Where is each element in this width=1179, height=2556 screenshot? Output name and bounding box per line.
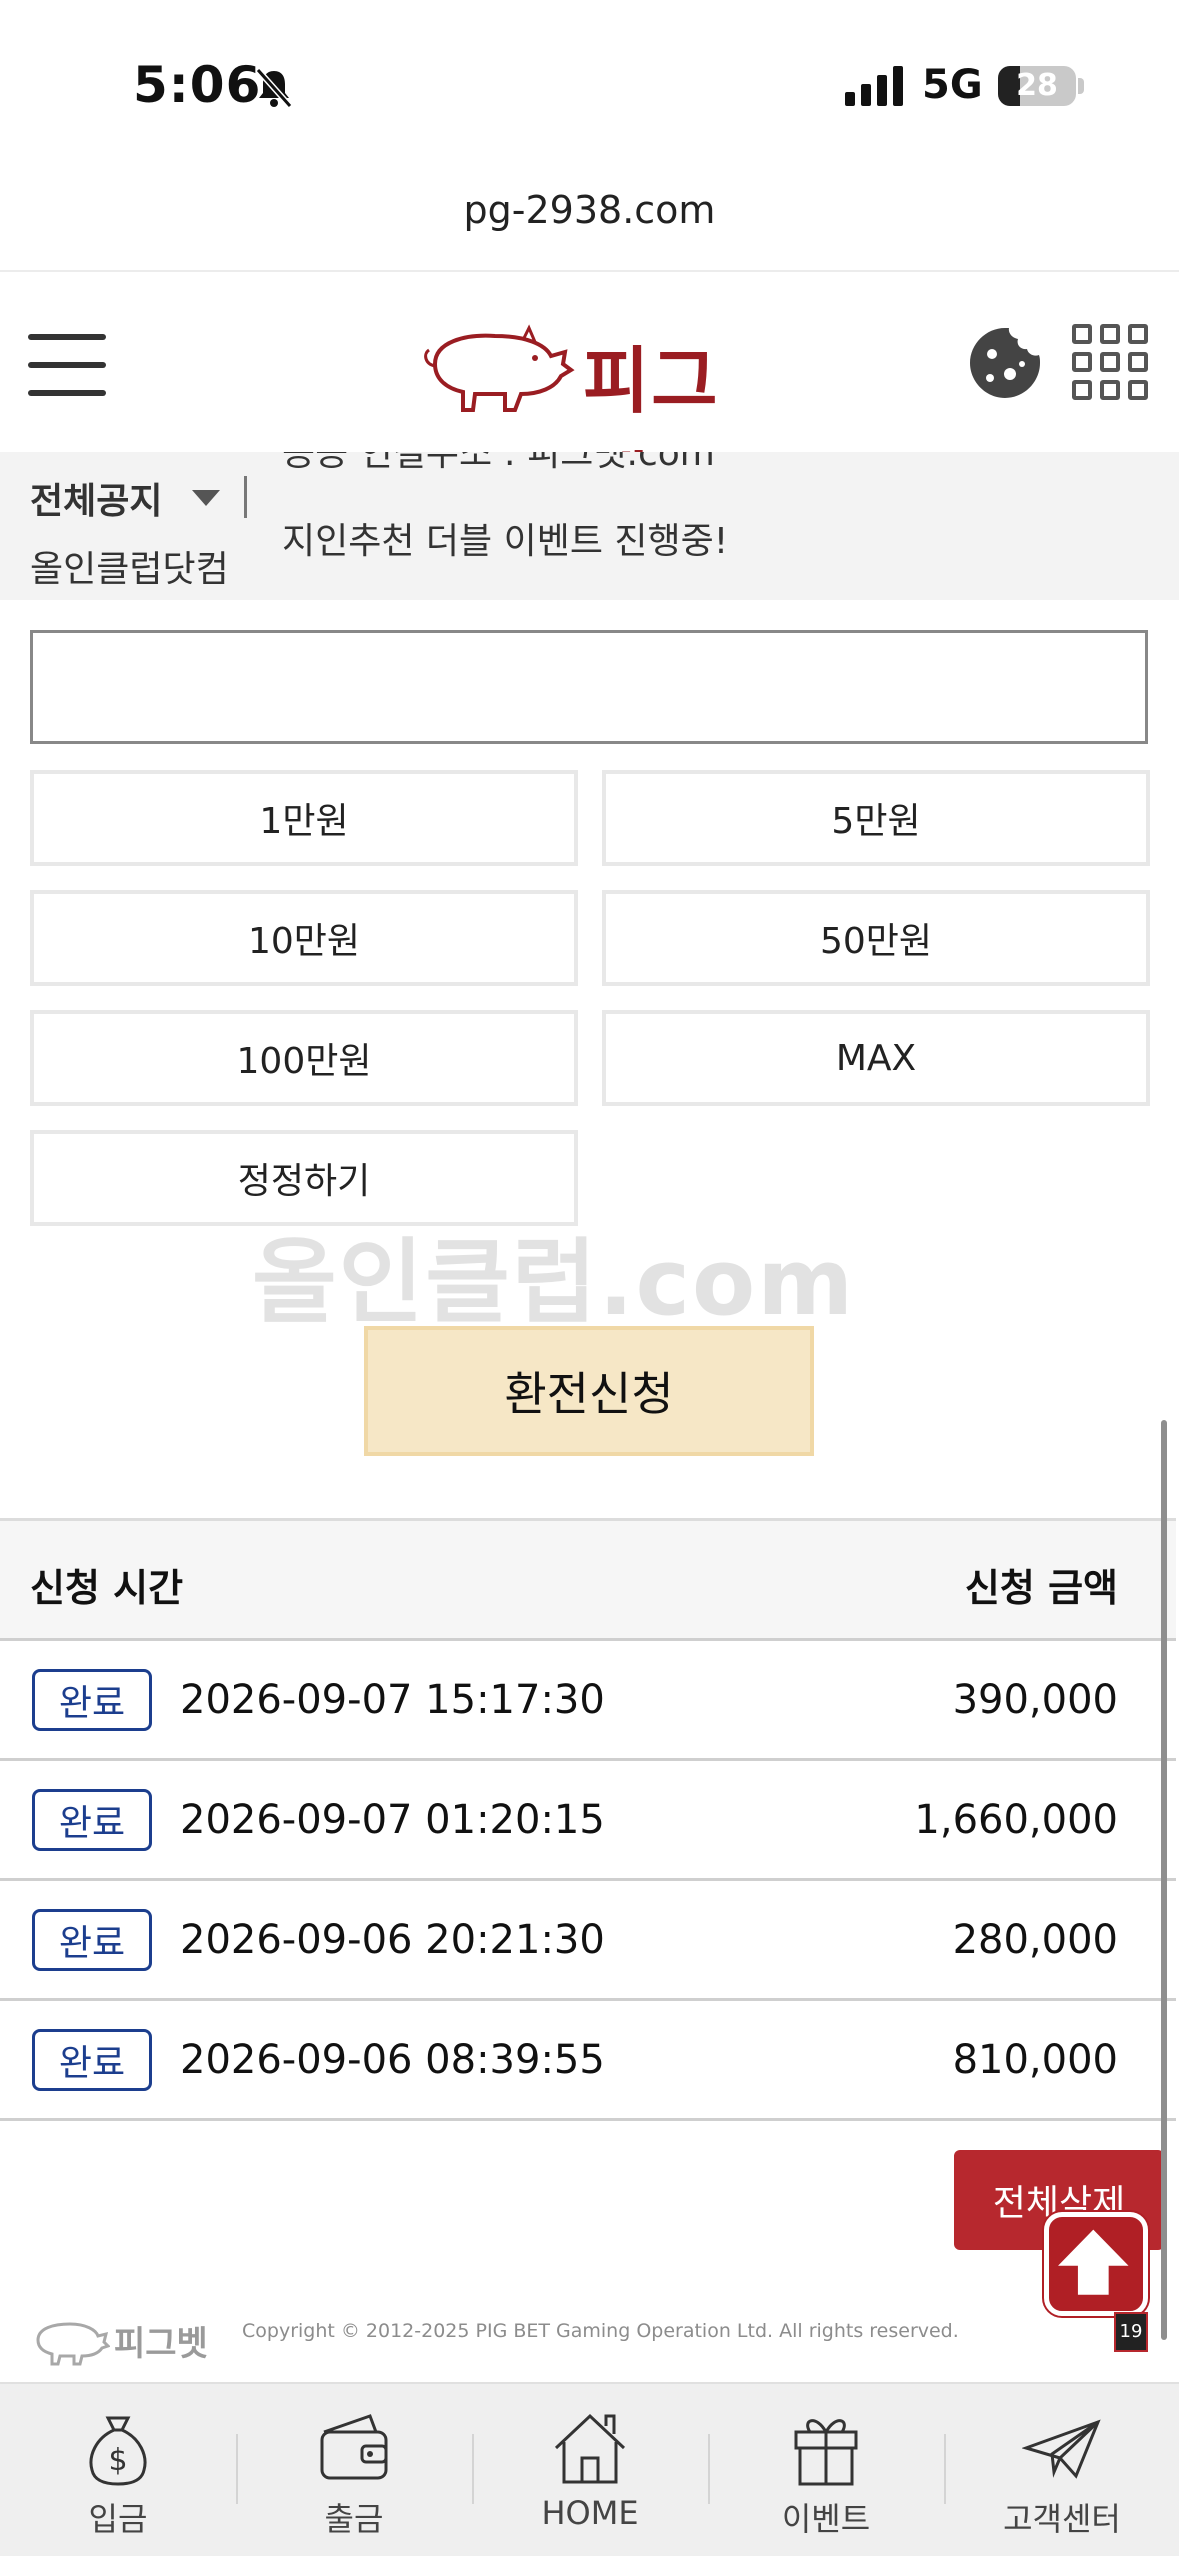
footer-logo-text: 피그벳 [114, 2324, 208, 2364]
request-time: 2026-09-07 01:20:15 [180, 1797, 605, 1843]
table-row: 완료 2026-09-06 08:39:55 810,000 [0, 2001, 1176, 2121]
table-row: 완료 2026-09-06 20:21:30 280,000 [0, 1881, 1176, 2001]
amount-input[interactable] [30, 630, 1148, 744]
notice-message[interactable]: 공공 연결주소 : 피그벳.com [282, 452, 715, 476]
age-restriction-badge: 19 [1114, 2312, 1148, 2352]
request-time: 2026-09-06 08:39:55 [180, 2037, 605, 2083]
grid-menu-icon[interactable] [1072, 324, 1150, 402]
nav-customer-center[interactable]: 고객센터 [944, 2384, 1179, 2556]
notice-message: 올인클럽닷컴 [30, 549, 229, 590]
hamburger-menu-icon[interactable] [28, 330, 106, 400]
status-time: 5:06 [133, 56, 262, 114]
nav-home[interactable]: HOME [472, 2384, 708, 2556]
site-logo[interactable]: 피그벳 [405, 314, 775, 528]
amount-button-1m[interactable]: 100만원 [30, 1010, 578, 1106]
table-header: 신청 시간 신청 금액 [0, 1521, 1176, 1641]
nav-withdraw[interactable]: 출금 [236, 2384, 472, 2556]
request-amount: 280,000 [952, 1917, 1118, 1963]
battery-cap [1078, 78, 1084, 94]
column-header-amount: 신청 금액 [964, 1566, 1118, 1610]
copyright-text: Copyright © 2012-2025 PIG BET Gaming Ope… [242, 2320, 959, 2342]
status-badge: 완료 [32, 1789, 152, 1851]
status-badge: 완료 [32, 2029, 152, 2091]
nav-label: 고객센터 [1003, 2500, 1121, 2538]
url-text[interactable]: pg-2938.com [0, 188, 1179, 232]
request-amount: 1,660,000 [914, 1797, 1118, 1843]
status-badge: 완료 [32, 1909, 152, 1971]
request-time: 2026-09-07 15:17:30 [180, 1677, 605, 1723]
network-type: 5G [922, 62, 983, 108]
caret-down-icon[interactable] [192, 490, 220, 506]
status-bar: 5:06 5G 28 [0, 0, 1179, 170]
page-scrollbar[interactable] [1161, 1420, 1167, 2340]
notice-category[interactable]: 전체공지 [30, 472, 162, 524]
arrow-up-icon [1058, 2229, 1129, 2295]
battery-percent: 28 [1016, 68, 1058, 103]
request-amount: 390,000 [952, 1677, 1118, 1723]
nav-label: HOME [541, 2494, 639, 2532]
home-icon [554, 2413, 626, 2484]
footer-logo: 피그벳 [30, 2310, 210, 2366]
divider [244, 476, 247, 518]
table-row: 완료 2026-09-07 15:17:30 390,000 [0, 1641, 1176, 1761]
nav-event[interactable]: 이벤트 [708, 2384, 944, 2556]
wallet-icon [320, 2414, 388, 2480]
nav-deposit[interactable]: $ 입금 [0, 2384, 236, 2556]
money-bag-icon: $ [89, 2416, 147, 2486]
exchange-request-button[interactable]: 환전신청 [364, 1326, 814, 1456]
request-amount: 810,000 [952, 2037, 1118, 2083]
amount-button-500k[interactable]: 50만원 [602, 890, 1150, 986]
bell-muted-icon [255, 68, 293, 108]
gift-icon [794, 2419, 858, 2486]
watermark: 올인클럽.com [252, 1229, 856, 1336]
amount-button-50k[interactable]: 5만원 [602, 770, 1150, 866]
nav-label: 이벤트 [781, 2500, 871, 2538]
site-header: 피그벳 [0, 274, 1179, 528]
svg-text:$: $ [108, 2443, 127, 2478]
footer: 피그벳 Copyright © 2012-2025 PIG BET Gaming… [0, 2300, 1179, 2380]
notice-message[interactable]: 지인추천 더블 이벤트 진행중! [282, 512, 728, 564]
history-table: 신청 시간 신청 금액 완료 2026-09-07 15:17:30 390,0… [0, 1518, 1176, 2121]
amount-button-max[interactable]: MAX [602, 1010, 1150, 1106]
nav-label: 입금 [88, 2500, 148, 2538]
paper-plane-icon [1022, 2419, 1101, 2479]
pig-logo-icon [424, 324, 575, 412]
cellular-signal-icon [845, 66, 903, 106]
amount-button-10k[interactable]: 1만원 [30, 770, 578, 866]
cookie-icon[interactable] [966, 324, 1044, 402]
column-header-time: 신청 시간 [30, 1566, 184, 1610]
request-time: 2026-09-06 20:21:30 [180, 1917, 605, 1963]
browser-url-bar[interactable]: pg-2938.com [0, 170, 1179, 272]
bottom-nav: $ 입금 출금 HOME 이벤트 고객센터 [0, 2382, 1179, 2556]
table-row: 완료 2026-09-07 01:20:15 1,660,000 [0, 1761, 1176, 1881]
notice-ticker: 공공 연결주소 : 피그벳.com 전체공지 지인추천 더블 이벤트 진행중! … [0, 452, 1179, 600]
pig-logo-icon [36, 2322, 110, 2366]
battery-icon: 28 [998, 66, 1076, 106]
amount-button-100k[interactable]: 10만원 [30, 890, 578, 986]
nav-label: 출금 [324, 2500, 384, 2538]
status-badge: 완료 [32, 1669, 152, 1731]
